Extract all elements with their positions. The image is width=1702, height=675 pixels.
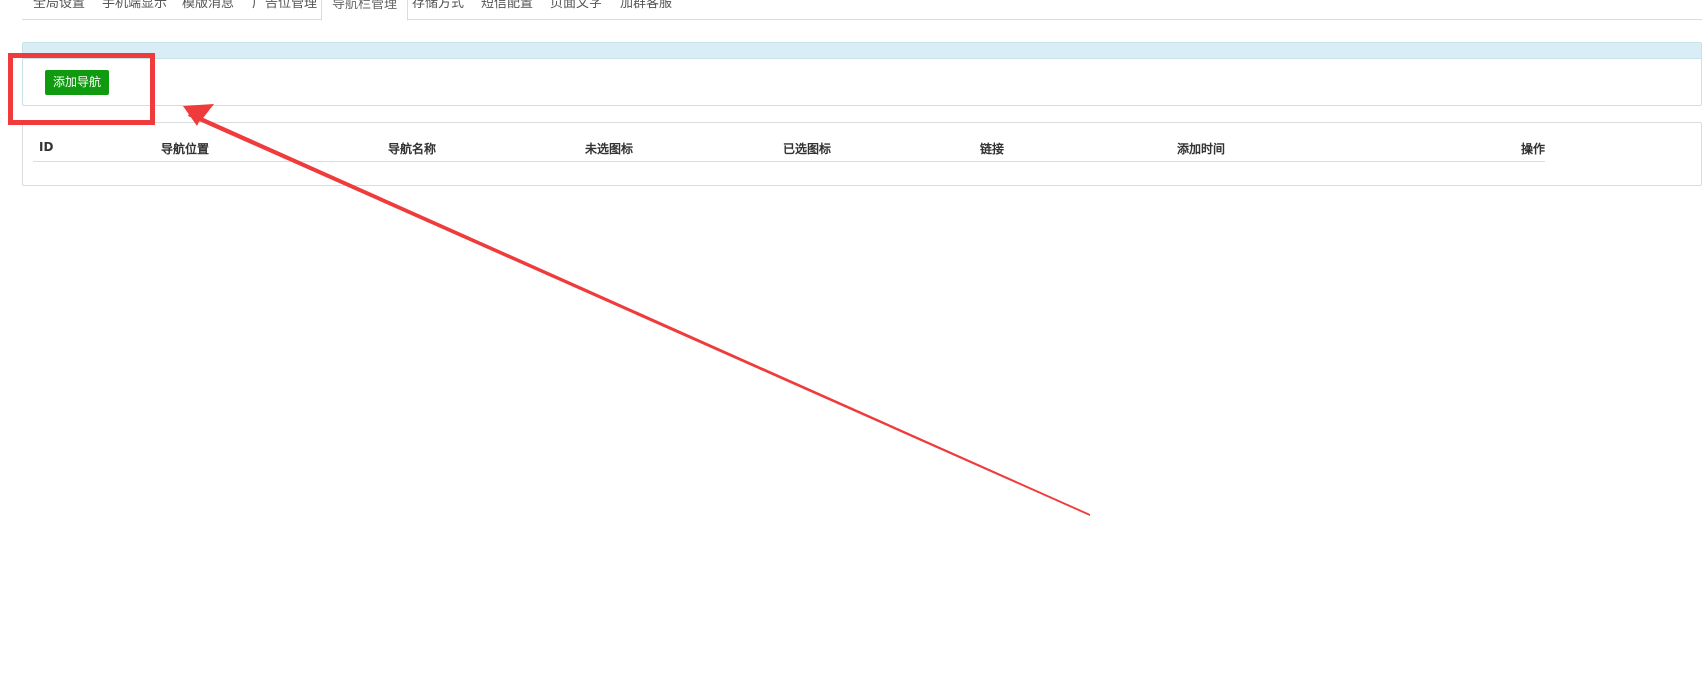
column-header-nav-name: 导航名称 [388,142,437,156]
page: 全局设置 手机端显示 模版消息 广告位管理 导航栏管理 存储方式 短信配置 页面… [0,0,1702,675]
tab-mobile-display[interactable]: 手机端显示 [102,0,167,19]
navigation-table: ID 导航位置 导航名称 未选图标 已选图标 链接 添加时间 操作 [22,122,1702,186]
tab-storage-method[interactable]: 存储方式 [412,0,464,19]
toolbar-panel-header [23,43,1701,59]
table-header: ID 导航位置 导航名称 未选图标 已选图标 链接 添加时间 操作 [33,137,1545,162]
column-header-link: 链接 [980,142,1005,156]
tab-page-text[interactable]: 页面文字 [550,0,602,19]
tab-global-settings[interactable]: 全局设置 [33,0,85,19]
column-header-selected-icon: 已选图标 [783,142,832,156]
add-navigation-button[interactable]: 添加导航 [45,70,109,95]
tab-template-messages[interactable]: 模版消息 [182,0,234,19]
column-header-unselected-icon: 未选图标 [585,142,634,156]
toolbar-panel: 添加导航 [22,42,1702,106]
column-header-added-time: 添加时间 [1177,142,1226,156]
tab-sms-config[interactable]: 短信配置 [481,0,533,19]
tab-ad-slots[interactable]: 广告位管理 [252,0,317,19]
tab-nav-management[interactable]: 导航栏管理 [321,0,409,21]
settings-tabs: 全局设置 手机端显示 模版消息 广告位管理 导航栏管理 存储方式 短信配置 页面… [22,0,1702,21]
tab-group-support[interactable]: 加群客服 [620,0,672,19]
column-header-nav-position: 导航位置 [161,142,210,156]
column-header-id: ID [39,140,54,154]
column-header-actions: 操作 [1520,142,1545,156]
annotation-arrow-head-fill [183,104,214,122]
